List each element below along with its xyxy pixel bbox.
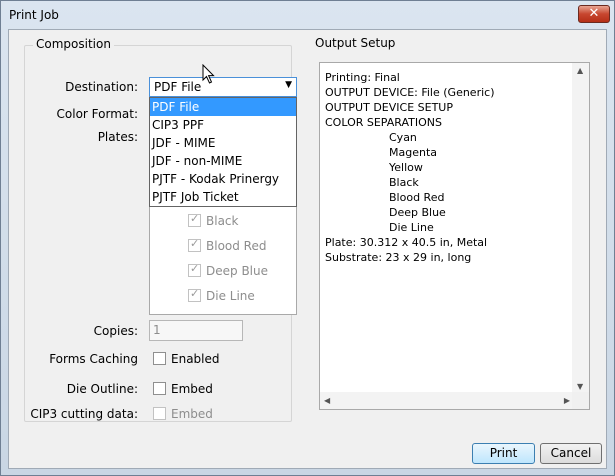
plate-item[interactable]: Blood Red: [188, 237, 267, 257]
composition-legend: Composition: [33, 37, 114, 51]
output-line: Deep Blue: [389, 206, 446, 219]
output-line: OUTPUT DEVICE SETUP: [325, 101, 453, 114]
dialog-client-area: Composition Destination: PDF File ▼ Colo…: [8, 29, 607, 469]
output-line: Printing: Final: [325, 71, 400, 84]
destination-dropdown[interactable]: PDF File ▼: [149, 77, 297, 97]
forms-caching-checkbox-row[interactable]: Enabled: [153, 352, 220, 366]
output-line: COLOR SEPARATIONS: [325, 116, 442, 129]
forms-caching-option: Enabled: [171, 352, 220, 366]
output-line: Substrate: 23 x 29 in, long: [325, 251, 472, 264]
output-line: Yellow: [389, 161, 423, 174]
copies-input[interactable]: 1: [149, 320, 243, 341]
output-line: Cyan: [389, 131, 417, 144]
die-outline-checkbox-row[interactable]: Embed: [153, 382, 213, 396]
destination-option[interactable]: PDF File: [150, 98, 296, 116]
die-outline-option: Embed: [171, 382, 213, 396]
arrow-right-icon[interactable]: ▶: [564, 396, 570, 405]
output-lines: Printing: Final OUTPUT DEVICE: File (Gene…: [325, 70, 495, 265]
plate-item[interactable]: Die Line: [188, 287, 255, 307]
title-bar[interactable]: Print Job ✕: [1, 1, 614, 29]
cip3-cutting-label: CIP3 cutting data:: [30, 407, 138, 421]
vertical-scrollbar[interactable]: ▲ ▼: [572, 63, 589, 394]
composition-group: Composition Destination: PDF File ▼ Colo…: [24, 37, 297, 422]
plate-checkbox[interactable]: [188, 262, 201, 277]
destination-option[interactable]: CIP3 PPF: [150, 116, 296, 134]
plate-label: Deep Blue: [206, 264, 268, 278]
close-button[interactable]: ✕: [578, 5, 610, 23]
copies-label: Copies:: [93, 324, 138, 338]
destination-option[interactable]: JDF - non-MIME: [150, 152, 296, 170]
plate-item[interactable]: Black: [188, 212, 239, 232]
window-title: Print Job: [9, 8, 59, 22]
output-setup-text-area[interactable]: Printing: Final OUTPUT DEVICE: File (Gene…: [319, 62, 590, 410]
die-outline-checkbox[interactable]: [153, 382, 166, 395]
plate-checkbox[interactable]: [188, 237, 201, 252]
plate-checkbox[interactable]: [188, 212, 201, 227]
arrow-down-icon[interactable]: ▼: [577, 382, 583, 391]
cip3-cutting-option: Embed: [171, 407, 213, 421]
plate-checkbox[interactable]: [188, 287, 201, 302]
plate-item[interactable]: Deep Blue: [188, 262, 268, 282]
cip3-cutting-checkbox-row[interactable]: Embed: [153, 407, 213, 421]
plate-label: Black: [206, 214, 239, 228]
output-line: Black: [389, 176, 419, 189]
plates-label: Plates:: [97, 130, 138, 144]
plate-label: Blood Red: [206, 239, 267, 253]
forms-caching-checkbox[interactable]: [153, 352, 166, 365]
output-line: Plate: 30.312 x 40.5 in, Metal: [325, 236, 488, 249]
horizontal-scrollbar[interactable]: ◀ ▶: [320, 392, 574, 409]
destination-options-list[interactable]: PDF File CIP3 PPF JDF - MIME JDF - non-M…: [149, 97, 297, 207]
output-line: Magenta: [389, 146, 438, 159]
output-line: Blood Red: [389, 191, 445, 204]
cancel-button[interactable]: Cancel: [540, 443, 602, 464]
cip3-cutting-checkbox[interactable]: [153, 407, 166, 420]
color-format-label: Color Format:: [56, 107, 138, 121]
die-outline-label: Die Outline:: [66, 382, 138, 396]
forms-caching-label: Forms Caching: [49, 352, 138, 366]
destination-label: Destination:: [65, 80, 138, 94]
arrow-left-icon[interactable]: ◀: [324, 396, 330, 405]
mouse-pointer-icon: [202, 64, 215, 84]
plate-label: Die Line: [206, 289, 255, 303]
destination-value: PDF File: [154, 80, 202, 94]
destination-option[interactable]: PJTF - Kodak Prinergy: [150, 170, 296, 188]
output-line: OUTPUT DEVICE: File (Generic): [325, 86, 495, 99]
output-line: Die Line: [389, 221, 434, 234]
print-button[interactable]: Print: [472, 443, 535, 464]
scrollbar-corner: [572, 392, 589, 409]
destination-option[interactable]: JDF - MIME: [150, 134, 296, 152]
chevron-down-icon: ▼: [285, 80, 292, 90]
print-job-window: Print Job ✕ Composition Destination: PDF…: [0, 0, 615, 476]
output-setup-legend: Output Setup: [312, 36, 399, 50]
arrow-up-icon[interactable]: ▲: [577, 66, 583, 75]
destination-option[interactable]: PJTF Job Ticket: [150, 188, 296, 206]
